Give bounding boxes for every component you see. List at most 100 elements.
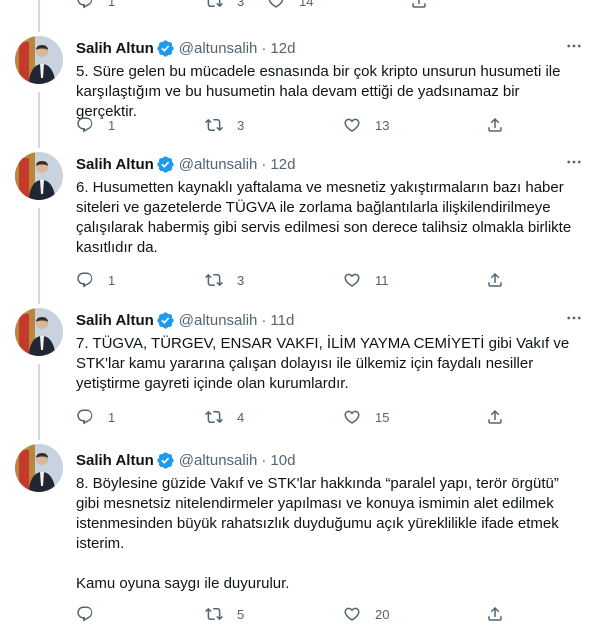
share-button[interactable]: [486, 115, 504, 135]
author-name[interactable]: Salih Altun: [76, 156, 154, 173]
tweet-header: Salih Altun @altunsalih · 10d: [76, 450, 295, 470]
like-count: 15: [375, 409, 390, 425]
retweet-button[interactable]: 3: [205, 115, 244, 135]
retweet-icon: [205, 116, 223, 134]
retweet-button[interactable]: 5: [205, 604, 244, 624]
thread-line: [38, 208, 40, 304]
retweet-button[interactable]: 3: [205, 270, 244, 290]
verified-badge-icon: [156, 39, 175, 58]
tweet-actions: 5 20: [76, 604, 508, 624]
like-count: 13: [375, 117, 390, 133]
like-button[interactable]: 15: [343, 407, 389, 427]
reply-icon: [76, 605, 94, 623]
author-handle[interactable]: @altunsalih: [179, 312, 258, 329]
heart-icon: [343, 408, 361, 426]
reply-count: 1: [108, 117, 116, 133]
share-button[interactable]: [410, 0, 428, 11]
share-button[interactable]: [486, 270, 504, 290]
heart-icon: [267, 0, 285, 10]
timestamp[interactable]: 12d: [270, 156, 295, 173]
timestamp[interactable]: 10d: [270, 452, 295, 469]
reply-button[interactable]: 1: [76, 270, 115, 290]
thread-line: [38, 0, 40, 32]
reply-count: 1: [108, 0, 116, 9]
reply-count: 1: [108, 272, 116, 288]
like-button[interactable]: 11: [343, 270, 389, 290]
author-name[interactable]: Salih Altun: [76, 40, 154, 57]
like-button[interactable]: 13: [343, 115, 389, 135]
more-options-button[interactable]: [564, 38, 584, 58]
reply-button[interactable]: [76, 604, 108, 624]
reply-count: 1: [108, 409, 116, 425]
share-icon: [486, 116, 504, 134]
avatar[interactable]: [15, 444, 63, 492]
share-button[interactable]: [486, 604, 504, 624]
verified-badge-icon: [156, 311, 175, 330]
retweet-icon: [205, 408, 223, 426]
tweet-text: 6. Husumetten kaynaklı yaftalama ve mesn…: [76, 179, 572, 256]
timestamp[interactable]: 11d: [270, 312, 294, 329]
author-name[interactable]: Salih Altun: [76, 452, 154, 469]
retweet-button[interactable]: 3: [205, 0, 244, 11]
author-handle[interactable]: @altunsalih: [179, 40, 258, 57]
reply-button[interactable]: 1: [76, 115, 115, 135]
retweet-count: 3: [237, 117, 245, 133]
heart-icon: [343, 116, 361, 134]
avatar[interactable]: [15, 36, 63, 84]
reply-icon: [76, 271, 94, 289]
retweet-icon: [205, 605, 223, 623]
tweet-header: Salih Altun @altunsalih · 12d: [76, 38, 295, 58]
author-handle[interactable]: @altunsalih: [179, 156, 258, 173]
share-button[interactable]: [486, 407, 504, 427]
author-name[interactable]: Salih Altun: [76, 312, 154, 329]
retweet-icon: [205, 0, 223, 10]
dot-separator: ·: [261, 451, 267, 469]
avatar[interactable]: [15, 152, 63, 200]
more-dots-icon: [565, 37, 583, 60]
tweet-text: 5. Süre gelen bu mücadele esnasında bir …: [76, 63, 561, 120]
tweet-text: 7. TÜGVA, TÜRGEV, ENSAR VAKFI, İLİM YAYM…: [76, 335, 570, 392]
reply-icon: [76, 0, 94, 10]
retweet-button[interactable]: 4: [205, 407, 244, 427]
share-icon: [486, 605, 504, 623]
more-dots-icon: [565, 153, 583, 176]
avatar[interactable]: [15, 308, 63, 356]
more-options-button[interactable]: [564, 154, 584, 174]
reply-button[interactable]: 1: [76, 0, 115, 11]
like-button[interactable]: 14: [267, 0, 313, 11]
retweet-icon: [205, 271, 223, 289]
more-options-button[interactable]: [564, 310, 584, 330]
dot-separator: ·: [261, 311, 267, 329]
retweet-count: 4: [237, 409, 245, 425]
thread-timeline: 1 3 14 Salih Altun @altunsalih · 12d 5. …: [0, 0, 598, 629]
like-count: 11: [375, 272, 389, 288]
like-count: 14: [299, 0, 314, 9]
heart-icon: [343, 605, 361, 623]
share-icon: [486, 271, 504, 289]
reply-icon: [76, 408, 94, 426]
previous-tweet-actions: 1 3 14: [0, 0, 598, 16]
tweet-actions: 1 3 11: [76, 270, 508, 290]
retweet-count: 5: [237, 606, 245, 622]
author-handle[interactable]: @altunsalih: [179, 452, 258, 469]
tweet-actions: 1 3 13: [76, 115, 508, 135]
retweet-count: 3: [237, 0, 245, 9]
dot-separator: ·: [261, 39, 267, 57]
more-dots-icon: [565, 309, 583, 332]
dot-separator: ·: [261, 155, 267, 173]
like-count: 20: [375, 606, 390, 622]
thread-line: [38, 364, 40, 440]
retweet-count: 3: [237, 272, 245, 288]
verified-badge-icon: [156, 155, 175, 174]
heart-icon: [343, 271, 361, 289]
share-icon: [486, 408, 504, 426]
share-icon: [410, 0, 428, 10]
timestamp[interactable]: 12d: [270, 40, 295, 57]
reply-icon: [76, 116, 94, 134]
tweet-header: Salih Altun @altunsalih · 12d: [76, 154, 295, 174]
verified-badge-icon: [156, 451, 175, 470]
tweet-actions: 1 4 15: [76, 407, 508, 427]
tweet-header: Salih Altun @altunsalih · 11d: [76, 310, 294, 330]
like-button[interactable]: 20: [343, 604, 389, 624]
reply-button[interactable]: 1: [76, 407, 115, 427]
